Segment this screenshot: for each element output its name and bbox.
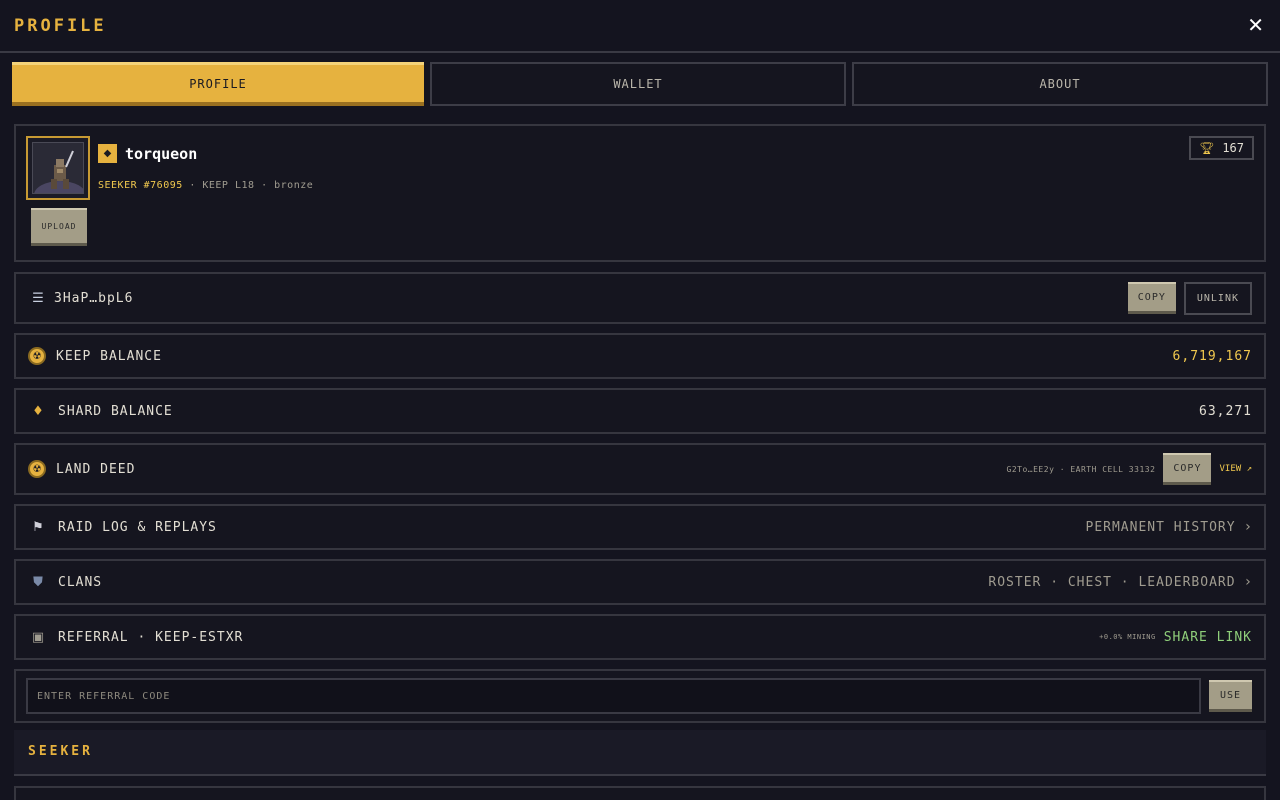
shard-balance-value-wrap: 63,271 [1199, 404, 1252, 419]
keep-balance-value-wrap: 6,719,167 [1173, 349, 1252, 364]
land-deed-info: G2To…EE2y · EARTH CELL 33132 [1006, 464, 1156, 474]
chevron-right-icon: › [1243, 519, 1252, 535]
wallet-address: 3HaP…bpL6 [54, 290, 134, 306]
seeker-id: SEEKER #76095 [98, 180, 183, 191]
name-line: ◆ torqueon [98, 144, 197, 163]
username: torqueon [125, 144, 198, 163]
profile-card: UPLOAD ◆ torqueon SEEKER #76095 · KEEP L… [14, 124, 1266, 262]
raid-log-label: RAID LOG & REPLAYS [58, 519, 217, 535]
land-deed-actions: G2To…EE2y · EARTH CELL 33132 COPY VIEW ↗ [1007, 453, 1252, 485]
shield-icon: ⛊ [33, 574, 43, 590]
raid-log-right: PERMANENT HISTORY › [1086, 519, 1253, 535]
tab-bar: PROFILE WALLET ABOUT [12, 62, 1268, 106]
referral-label: REFERRAL · KEEP-ESTXR [58, 629, 244, 645]
diamond-badge-icon: ◆ [98, 144, 117, 163]
unlink-button[interactable]: UNLINK [1183, 281, 1252, 315]
raid-log-subtitle: PERMANENT HISTORY [1085, 519, 1236, 535]
clans-row[interactable]: ⛊ CLANS ROSTER · CHEST · LEADERBOARD › [14, 559, 1266, 605]
top-bar: PROFILE ✕ [0, 0, 1280, 53]
close-icon[interactable]: ✕ [1247, 13, 1264, 37]
clans-label: CLANS [58, 574, 103, 590]
shard-icon: ♦ [32, 403, 44, 419]
seeker-section-header: SEEKER [14, 730, 1266, 776]
referral-bonus: +0.0% MINING [1099, 633, 1156, 641]
referral-icon: ▣ [31, 629, 45, 645]
land-deed-row: ☢ LAND DEED G2To…EE2y · EARTH CELL 33132… [14, 443, 1266, 495]
copy-address-button[interactable]: COPY [1127, 282, 1176, 314]
avatar[interactable] [26, 136, 90, 200]
wallet-actions: COPY UNLINK [1127, 281, 1252, 315]
share-link-button[interactable]: SHARE LINK [1164, 630, 1252, 645]
tab-wallet[interactable]: WALLET [430, 62, 846, 106]
shard-balance-value: 63,271 [1199, 403, 1252, 419]
view-deed-link[interactable]: VIEW ↗ [1219, 464, 1252, 474]
referral-code-input[interactable] [26, 678, 1201, 714]
shard-balance-label: SHARD BALANCE [58, 403, 173, 419]
upload-button[interactable]: UPLOAD [31, 208, 87, 246]
tab-profile[interactable]: PROFILE [12, 62, 424, 106]
seeker-section-content [14, 786, 1266, 800]
flag-icon: ⚑ [32, 519, 44, 535]
tab-about[interactable]: ABOUT [852, 62, 1268, 106]
trophy-icon: 🏆︎ [1199, 141, 1215, 155]
referral-code-row: USE [14, 669, 1266, 723]
chevron-right-icon: › [1243, 574, 1252, 590]
solana-icon: ☰ [32, 290, 44, 306]
land-deed-icon: ☢ [28, 460, 46, 478]
referral-right: +0.0% MINING SHARE LINK [1099, 630, 1252, 645]
copy-deed-button[interactable]: COPY [1163, 453, 1212, 485]
use-code-button[interactable]: USE [1208, 680, 1252, 712]
page-title: PROFILE [14, 16, 107, 36]
keep-balance-row: ☢ KEEP BALANCE 6,719,167 [14, 333, 1266, 379]
meta-separator: · [261, 180, 268, 191]
profile-meta: SEEKER #76095 · KEEP L18 · bronze [98, 180, 313, 191]
knight-avatar-icon [34, 150, 83, 193]
trophy-badge: 🏆︎ 167 [1189, 136, 1254, 160]
keep-balance-value: 6,719,167 [1172, 348, 1252, 364]
tier: bronze [274, 180, 314, 191]
wallet-row: ☰ 3HaP…bpL6 COPY UNLINK [14, 272, 1266, 324]
keep-level: KEEP L18 [202, 180, 255, 191]
clans-right: ROSTER · CHEST · LEADERBOARD › [988, 574, 1252, 590]
avatar-image [32, 142, 84, 194]
seeker-section-title: SEEKER [28, 744, 93, 759]
keep-coin-icon: ☢ [28, 347, 46, 365]
raid-log-row[interactable]: ⚑ RAID LOG & REPLAYS PERMANENT HISTORY › [14, 504, 1266, 550]
shard-balance-row: ♦ SHARD BALANCE 63,271 [14, 388, 1266, 434]
clans-subtitle: ROSTER · CHEST · LEADERBOARD [988, 574, 1236, 590]
trophy-count: 167 [1222, 141, 1244, 155]
keep-balance-label: KEEP BALANCE [56, 348, 162, 364]
meta-separator: · [189, 180, 196, 191]
referral-row: ▣ REFERRAL · KEEP-ESTXR +0.0% MINING SHA… [14, 614, 1266, 660]
land-deed-label: LAND DEED [56, 461, 136, 477]
